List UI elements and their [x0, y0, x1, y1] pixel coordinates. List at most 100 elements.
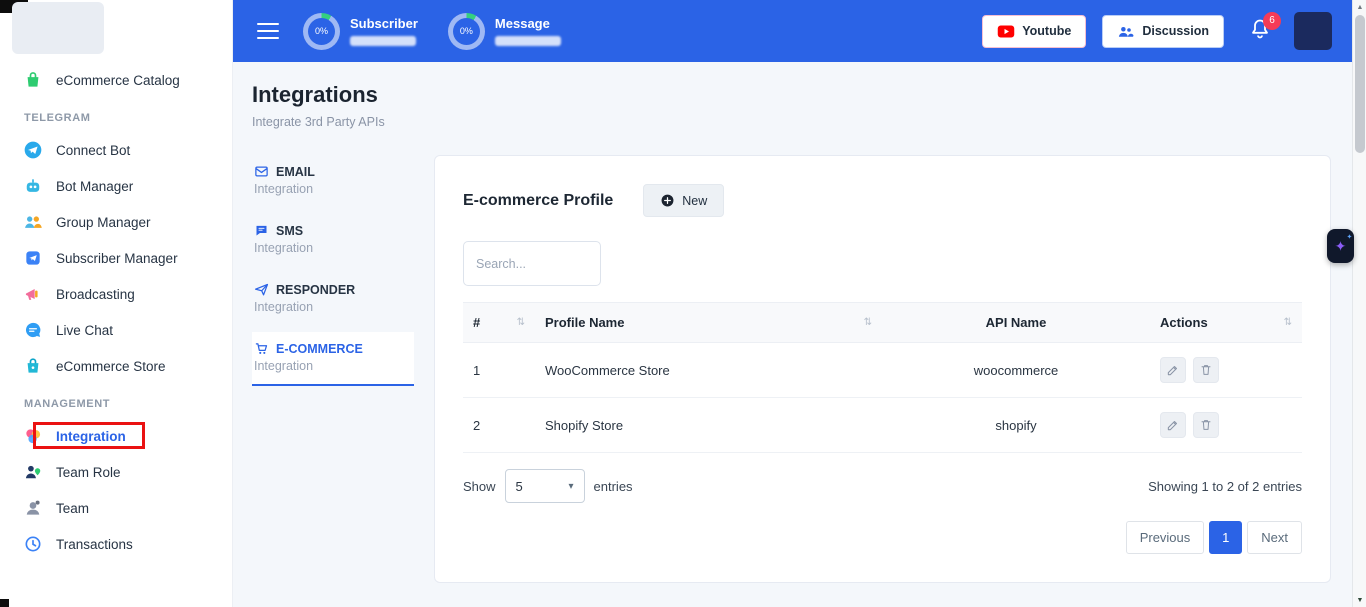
- megaphone-icon: [23, 284, 43, 304]
- subnav-item-sms[interactable]: SMS Integration: [252, 214, 414, 268]
- show-label: Show: [463, 479, 496, 494]
- sidebar-item-broadcasting[interactable]: Broadcasting: [0, 276, 232, 312]
- sidebar-item-ecommerce-store[interactable]: eCommerce Store: [0, 348, 232, 384]
- entries-select[interactable]: 5 ▾: [505, 469, 585, 503]
- header-api-name[interactable]: API Name: [882, 303, 1150, 343]
- sidebar-item-label: Broadcasting: [56, 287, 135, 302]
- page-1-button[interactable]: 1: [1209, 521, 1242, 554]
- cart-icon: [254, 341, 269, 356]
- sidebar-item-bot-manager[interactable]: Bot Manager: [0, 168, 232, 204]
- subscriber-label: Subscriber: [350, 16, 418, 31]
- message-percent: 0%: [453, 18, 480, 45]
- integration-subnav: EMAIL Integration SMS Integration: [252, 155, 414, 391]
- ai-assistant-fab[interactable]: ✦✦: [1327, 229, 1354, 263]
- subnav-item-title: RESPONDER: [276, 283, 355, 297]
- sidebar: eCommerce Catalog TELEGRAM Connect Bot B…: [0, 0, 233, 607]
- scrollbar-down-arrow[interactable]: ▼: [1353, 593, 1366, 607]
- sort-icon[interactable]: ⇅: [864, 317, 872, 328]
- content-area: Integrations Integrate 3rd Party APIs EM…: [233, 62, 1352, 607]
- youtube-button-label: Youtube: [1022, 24, 1071, 38]
- users-group-icon: [23, 212, 43, 232]
- message-redacted-value: [495, 36, 561, 46]
- sidebar-item-label: Team Role: [56, 465, 121, 480]
- subnav-item-subtitle: Integration: [254, 359, 404, 373]
- integration-icon: [23, 426, 43, 446]
- discussion-button[interactable]: Discussion: [1102, 15, 1224, 48]
- new-profile-button[interactable]: New: [643, 184, 724, 217]
- sidebar-item-label: Transactions: [56, 537, 133, 552]
- message-label: Message: [495, 16, 561, 31]
- edit-pencil-icon: [1166, 363, 1180, 377]
- header-profile-name[interactable]: Profile Name⇅: [535, 303, 882, 343]
- subscriber-percent: 0%: [308, 18, 335, 45]
- store-bag-icon: [23, 356, 43, 376]
- youtube-button[interactable]: Youtube: [982, 15, 1086, 48]
- header-num[interactable]: #⇅: [463, 303, 535, 343]
- message-progress-ring: 0%: [448, 13, 485, 50]
- page-subtitle: Integrate 3rd Party APIs: [252, 115, 1331, 129]
- row-num: 2: [463, 398, 535, 453]
- sidebar-item-label: eCommerce Catalog: [56, 73, 180, 88]
- next-page-button[interactable]: Next: [1247, 521, 1302, 554]
- youtube-icon: [997, 24, 1015, 39]
- sidebar-item-label: eCommerce Store: [56, 359, 166, 374]
- pagination: Previous 1 Next: [463, 521, 1302, 554]
- sms-icon: [254, 223, 269, 238]
- scrollbar-thumb[interactable]: [1355, 15, 1365, 153]
- main-column: 0% Subscriber 0% Message: [233, 0, 1352, 607]
- sidebar-item-label: Team: [56, 501, 89, 516]
- sidebar-item-label: Live Chat: [56, 323, 113, 338]
- shopping-bag-icon: [23, 70, 43, 90]
- table-row: 1 WooCommerce Store woocommerce: [463, 343, 1302, 398]
- sidebar-item-team[interactable]: Team: [0, 490, 232, 526]
- page-title: Integrations: [252, 82, 1331, 108]
- sidebar-item-integration[interactable]: Integration: [0, 418, 232, 454]
- vertical-scrollbar[interactable]: ▲ ▼: [1352, 0, 1366, 607]
- sidebar-item-connect-bot[interactable]: Connect Bot: [0, 132, 232, 168]
- responder-icon: [254, 282, 269, 297]
- team-role-icon: [23, 462, 43, 482]
- sidebar-item-transactions[interactable]: Transactions: [0, 526, 232, 562]
- row-profile-name: WooCommerce Store: [535, 343, 882, 398]
- table-row: 2 Shopify Store shopify: [463, 398, 1302, 453]
- subnav-item-subtitle: Integration: [254, 300, 404, 314]
- scrollbar-up-arrow[interactable]: ▲: [1353, 0, 1366, 14]
- entries-label: entries: [594, 479, 633, 494]
- telegram-icon: [23, 140, 43, 160]
- edit-button[interactable]: [1160, 357, 1186, 383]
- user-avatar[interactable]: [1294, 12, 1332, 50]
- previous-page-button[interactable]: Previous: [1126, 521, 1205, 554]
- email-icon: [254, 164, 269, 179]
- sort-icon[interactable]: ⇅: [517, 317, 525, 328]
- hamburger-menu-icon[interactable]: [257, 23, 279, 39]
- row-api-name: woocommerce: [882, 343, 1150, 398]
- entries-per-page: Show 5 ▾ entries: [463, 469, 633, 503]
- transactions-icon: [23, 534, 43, 554]
- search-input[interactable]: [463, 241, 601, 286]
- delete-button[interactable]: [1193, 412, 1219, 438]
- notification-count-badge: 6: [1263, 12, 1281, 30]
- subnav-item-email[interactable]: EMAIL Integration: [252, 155, 414, 209]
- row-profile-name: Shopify Store: [535, 398, 882, 453]
- profiles-table: #⇅ Profile Name⇅ API Name Actions⇅: [463, 302, 1302, 453]
- sidebar-item-ecommerce-catalog[interactable]: eCommerce Catalog: [0, 62, 232, 98]
- sidebar-item-label: Connect Bot: [56, 143, 130, 158]
- logo-area: [0, 0, 232, 62]
- sidebar-item-live-chat[interactable]: Live Chat: [0, 312, 232, 348]
- delete-button[interactable]: [1193, 357, 1219, 383]
- sidebar-item-label: Subscriber Manager: [56, 251, 178, 266]
- subnav-item-subtitle: Integration: [254, 241, 404, 255]
- chat-bubble-icon: [23, 320, 43, 340]
- sidebar-item-subscriber-manager[interactable]: Subscriber Manager: [0, 240, 232, 276]
- edit-button[interactable]: [1160, 412, 1186, 438]
- sidebar-item-group-manager[interactable]: Group Manager: [0, 204, 232, 240]
- sort-icon[interactable]: ⇅: [1284, 317, 1292, 328]
- topbar-right: Youtube Discussion 6: [982, 12, 1332, 50]
- header-actions[interactable]: Actions⇅: [1150, 303, 1302, 343]
- sidebar-section-telegram: TELEGRAM: [0, 98, 232, 132]
- subnav-item-responder[interactable]: RESPONDER Integration: [252, 273, 414, 327]
- notifications-bell[interactable]: 6: [1248, 17, 1272, 46]
- message-stat: 0% Message: [448, 13, 561, 50]
- sidebar-item-team-role[interactable]: Team Role: [0, 454, 232, 490]
- subnav-item-ecommerce[interactable]: E-COMMERCE Integration: [252, 332, 414, 386]
